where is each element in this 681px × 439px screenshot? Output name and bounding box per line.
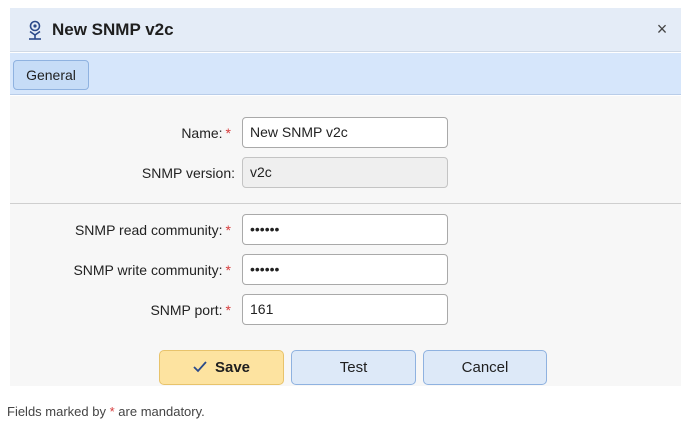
read-community-label: SNMP read community: * xyxy=(74,222,231,238)
write-community-field[interactable]: •••••• xyxy=(242,254,448,285)
snmp-version-field: v2c xyxy=(242,157,448,188)
section-divider xyxy=(10,203,681,204)
write-community-label: SNMP write community: * xyxy=(73,262,231,278)
mandatory-fields-note: Fields marked by * are mandatory. xyxy=(7,404,205,419)
save-button[interactable]: Save xyxy=(159,350,284,385)
title-bar: New SNMP v2c × xyxy=(10,8,681,52)
dialog-title: New SNMP v2c xyxy=(52,20,174,39)
close-icon[interactable]: × xyxy=(651,18,673,40)
required-marker: * xyxy=(225,302,231,318)
required-marker: * xyxy=(225,222,231,238)
tab-bar: General xyxy=(10,53,681,95)
cancel-button[interactable]: Cancel xyxy=(423,350,547,385)
snmp-version-label: SNMP version: xyxy=(141,165,235,181)
snmp-port-label: SNMP port: * xyxy=(150,302,231,318)
snmp-device-icon xyxy=(24,19,46,41)
read-community-field[interactable]: •••••• xyxy=(242,214,448,245)
tab-general[interactable]: General xyxy=(13,60,89,90)
snmp-dialog: New SNMP v2c × General Name: * New SNMP v… xyxy=(0,0,681,439)
test-button[interactable]: Test xyxy=(291,350,416,385)
save-button-label: Save xyxy=(214,359,251,376)
checkmark-icon xyxy=(193,351,207,384)
name-label: Name: * xyxy=(181,125,231,141)
required-marker: * xyxy=(225,125,231,141)
required-marker: * xyxy=(109,404,115,419)
name-field[interactable]: New SNMP v2c xyxy=(242,117,448,148)
snmp-port-field[interactable]: 161 xyxy=(242,294,448,325)
required-marker: * xyxy=(225,262,231,278)
